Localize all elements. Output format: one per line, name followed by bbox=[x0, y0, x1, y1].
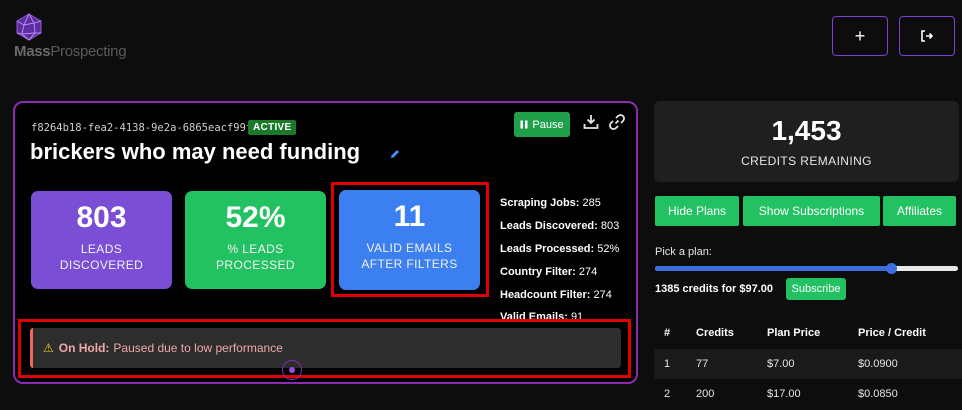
slider-fill bbox=[655, 266, 892, 271]
table-cell: 200 bbox=[696, 379, 767, 409]
plan-selection-text: 1385 credits for $97.00 bbox=[655, 283, 774, 295]
stat-leads-discovered: 803 LEADS DISCOVERED bbox=[31, 191, 172, 289]
table-cell: $17.00 bbox=[767, 379, 858, 409]
pause-label: Pause bbox=[532, 118, 564, 131]
alert-title: On Hold: bbox=[58, 341, 110, 355]
table-row[interactable]: 2 200 $17.00 $0.0850 bbox=[654, 379, 962, 409]
table-cell: 77 bbox=[696, 349, 767, 379]
plus-icon: + bbox=[854, 25, 866, 46]
column-header: Plan Price bbox=[767, 317, 858, 349]
table-cell: $7.00 bbox=[767, 349, 858, 379]
status-badge: ACTIVE bbox=[248, 120, 297, 135]
affiliates-button[interactable]: Affiliates bbox=[883, 196, 956, 226]
link-icon[interactable] bbox=[608, 113, 626, 131]
stat-value: 52% bbox=[225, 201, 286, 234]
table-cell: $0.0850 bbox=[858, 379, 962, 409]
add-button[interactable]: + bbox=[832, 16, 888, 56]
hide-plans-button[interactable]: Hide Plans bbox=[655, 196, 739, 226]
campaign-id: f8264b18-fea2-4138-9e2a-6865eacf99f5 bbox=[31, 122, 259, 134]
on-hold-alert: ⚠ On Hold: Paused due to low performance bbox=[30, 328, 621, 368]
pencil-icon[interactable] bbox=[389, 148, 401, 160]
resize-handle[interactable] bbox=[282, 360, 302, 380]
logout-icon bbox=[921, 30, 934, 42]
credits-label: CREDITS REMAINING bbox=[741, 154, 872, 168]
column-header: Price / Credit bbox=[858, 317, 962, 349]
stat-label: % LEADS PROCESSED bbox=[216, 242, 295, 272]
pause-icon bbox=[520, 120, 528, 129]
stat-label: VALID EMAILS AFTER FILTERS bbox=[361, 241, 458, 271]
column-header: # bbox=[654, 317, 696, 349]
stat-value: 11 bbox=[393, 200, 426, 233]
logo[interactable]: MassProspecting bbox=[12, 12, 142, 62]
download-icon[interactable] bbox=[582, 113, 600, 131]
table-cell: 2 bbox=[654, 379, 696, 409]
campaign-card: f8264b18-fea2-4138-9e2a-6865eacf99f5 ACT… bbox=[13, 101, 638, 384]
detail-leads-processed: Leads Processed: 52% bbox=[500, 242, 620, 255]
detail-headcount-filter: Headcount Filter: 274 bbox=[500, 288, 612, 301]
subscribe-button[interactable]: Subscribe bbox=[786, 278, 846, 300]
warning-icon: ⚠ bbox=[43, 341, 54, 355]
detail-leads-discovered: Leads Discovered: 803 bbox=[500, 219, 620, 232]
stat-label: LEADS DISCOVERED bbox=[59, 242, 144, 272]
table-cell: $0.0900 bbox=[858, 349, 962, 379]
stat-leads-processed: 52% % LEADS PROCESSED bbox=[185, 191, 326, 289]
slider-thumb[interactable] bbox=[885, 263, 897, 274]
plans-table: # Credits Plan Price Price / Credit 1 77… bbox=[654, 317, 962, 409]
table-header-row: # Credits Plan Price Price / Credit bbox=[654, 317, 962, 349]
page: MassProspecting + f8264b18-fea2-4138-9e2… bbox=[0, 0, 962, 410]
plan-slider[interactable] bbox=[655, 266, 958, 271]
alert-text: Paused due to low performance bbox=[113, 341, 283, 355]
logout-button[interactable] bbox=[899, 16, 955, 56]
geodesic-sphere-icon bbox=[16, 13, 42, 41]
campaign-details: Scraping Jobs: 285 Leads Discovered: 803… bbox=[500, 192, 619, 329]
pick-plan-label: Pick a plan: bbox=[655, 246, 712, 258]
table-row[interactable]: 1 77 $7.00 $0.0900 bbox=[654, 349, 962, 379]
column-header: Credits bbox=[696, 317, 767, 349]
logo-text: MassProspecting bbox=[14, 43, 127, 60]
credits-value: 1,453 bbox=[771, 115, 842, 146]
campaign-title: brickers who may need funding bbox=[30, 139, 361, 164]
stat-valid-emails: 11 VALID EMAILS AFTER FILTERS bbox=[339, 190, 480, 290]
detail-scraping-jobs: Scraping Jobs: 285 bbox=[500, 197, 601, 209]
stat-value: 803 bbox=[76, 201, 127, 234]
detail-country-filter: Country Filter: 274 bbox=[500, 265, 598, 278]
credits-card: 1,453 CREDITS REMAINING bbox=[654, 101, 959, 182]
pause-button[interactable]: Pause bbox=[514, 112, 570, 137]
show-subscriptions-button[interactable]: Show Subscriptions bbox=[743, 196, 880, 226]
table-cell: 1 bbox=[654, 349, 696, 379]
